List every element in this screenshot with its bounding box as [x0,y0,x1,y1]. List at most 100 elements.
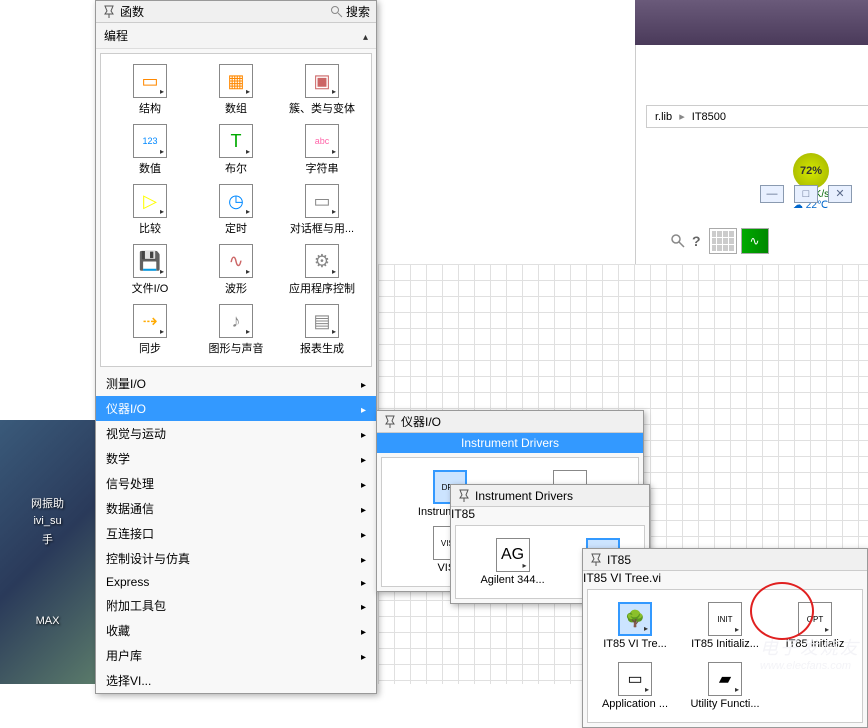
menu-item-附加工具包[interactable]: 附加工具包 [96,593,376,618]
submenu-icon-Application ...[interactable]: ▭ Application ... [592,658,678,714]
menu-item-数学[interactable]: 数学 [96,446,376,471]
palette-icon-label: 数组 [225,100,247,116]
submenu-icon-Utility Functi...[interactable]: ▰ Utility Functi... [682,658,768,714]
palette-icon-结构[interactable]: ▭结构 [107,60,193,120]
palette-icon-定时[interactable]: ◷定时 [193,180,279,240]
vi-label: Application ... [602,698,668,710]
search-label[interactable]: 搜索 [346,3,370,20]
collapse-icon [363,29,368,43]
palette-icon-数值[interactable]: 123数值 [107,120,193,180]
palette-icon-label: 文件I/O [132,280,169,296]
palette-icon-glyph: ▭ [133,64,167,98]
palette-icon-label: 对话框与用... [290,220,354,236]
palette-icon-glyph: ⇢ [133,304,167,338]
submenu-arrow-icon [361,402,366,416]
menu-item-信号处理[interactable]: 信号处理 [96,471,376,496]
vi-label: IT85 Initializ [786,638,845,650]
pin-icon[interactable] [457,489,471,503]
palette-icon-图形与声音[interactable]: ♪ 图形与声音 [193,300,279,360]
search-icon[interactable] [330,5,344,19]
search-icon[interactable] [670,233,686,249]
submenu-selected-label: Instrument Drivers [377,433,643,453]
category-programming[interactable]: 编程 [96,23,376,49]
palette-icon-报表生成[interactable]: ▤报表生成 [279,300,365,360]
palette-icon-对话框与用...[interactable]: ▭对话框与用... [279,180,365,240]
palette-icon-label: 图形与声音 [209,340,264,356]
submenu-selected-label: IT85 [451,507,649,521]
submenu-arrow-icon [361,427,366,441]
window-titlebar-fragment [635,0,868,45]
submenu-icon-IT85 Initializ[interactable]: OPT IT85 Initializ [772,598,858,654]
vi-icon: ▰ [708,662,742,696]
menu-item-用户库[interactable]: 用户库 [96,643,376,668]
submenu-arrow-icon [361,452,366,466]
submenu-icon-IT85 Initializ...[interactable]: INITIT85 Initializ... [682,598,768,654]
programming-icons-grid: ▭结构▦数组▣簇、类与变体123数值T布尔abc字符串▷比较◷定时▭对话框与用.… [100,53,372,367]
submenu-icon-IT85 VI Tre...[interactable]: 🌳IT85 VI Tre... [592,598,678,654]
menu-item-选择VI...[interactable]: 选择VI... [96,668,376,693]
close-button[interactable]: ✕ [828,185,852,203]
functions-palette: 函数 搜索 编程 ▭结构 ▦ 数组 ▣簇、类与变体 123数值T布尔 abc 字符串 ▷比较◷… [95,0,377,694]
palette-icon-簇、类与变体[interactable]: ▣簇、类与变体 [279,60,365,120]
battery-percent: 72% [793,153,829,189]
vi-label: IT85 Initializ... [691,638,759,650]
palette-menu: 测量I/O仪器I/O视觉与运动数学信号处理数据通信互连接口控制设计与仿真Expr… [96,371,376,693]
pin-icon[interactable] [383,415,397,429]
palette-waveform-button[interactable]: ∿ [741,228,769,254]
vi-label: Utility Functi... [690,698,759,710]
menu-item-控制设计与仿真[interactable]: 控制设计与仿真 [96,546,376,571]
vi-icon: OPT [798,602,832,636]
palette-icon-文件I/O[interactable]: 💾 文件I/O [107,240,193,300]
menu-item-测量I/O[interactable]: 测量I/O [96,371,376,396]
desktop-shortcut[interactable]: 网振助 [5,495,90,511]
block-diagram-toolbar: ? ∿ [670,225,868,257]
menu-item-Express[interactable]: Express [96,571,376,593]
menu-item-收藏[interactable]: 收藏 [96,618,376,643]
palette-icon-label: 字符串 [306,160,339,176]
palette-header: 函数 搜索 [96,1,376,23]
desktop-shortcut[interactable]: 手 [5,531,90,547]
palette-grid-button[interactable] [709,228,737,254]
palette-title: 函数 [120,3,330,20]
palette-icon-glyph: abc [305,124,339,158]
palette-icon-label: 波形 [225,280,247,296]
palette-icon-glyph: ♪ [219,304,253,338]
submenu-title: Instrument Drivers [475,489,573,503]
submenu-arrow-icon [361,527,366,541]
menu-item-仪器I/O[interactable]: 仪器I/O [96,396,376,421]
submenu-arrow-icon [361,575,366,589]
palette-icon-glyph: ▷ [133,184,167,218]
menu-item-互连接口[interactable]: 互连接口 [96,521,376,546]
palette-icon-数组[interactable]: ▦ 数组 [193,60,279,120]
palette-icon-同步[interactable]: ⇢ 同步 [107,300,193,360]
minimize-button[interactable]: — [760,185,784,203]
submenu-icon-Agilent 344...[interactable]: AGAgilent 344... [478,534,546,590]
maximize-button[interactable]: □ [794,185,818,203]
palette-icon-glyph: ▦ [219,64,253,98]
palette-icon-布尔[interactable]: T布尔 [193,120,279,180]
palette-icon-波形[interactable]: ∿波形 [193,240,279,300]
palette-icon-label: 数值 [139,160,161,176]
submenu-header: IT85 [583,549,867,571]
submenu-arrow-icon [361,552,366,566]
palette-icon-label: 定时 [225,220,247,236]
submenu-arrow-icon [361,477,366,491]
palette-icon-比较[interactable]: ▷比较 [107,180,193,240]
vi-label: Agilent 344... [480,574,544,586]
palette-icon-应用程序控制[interactable]: ⚙应用程序控制 [279,240,365,300]
palette-icon-label: 同步 [139,340,161,356]
palette-icon-label: 应用程序控制 [289,280,355,296]
menu-item-视觉与运动[interactable]: 视觉与运动 [96,421,376,446]
pin-icon[interactable] [589,553,603,567]
vi-icon: ▭ [618,662,652,696]
palette-icon-字符串[interactable]: abc 字符串 [279,120,365,180]
desktop-shortcut[interactable]: MAX [5,615,90,627]
palette-icon-glyph: 💾 [133,244,167,278]
pin-icon[interactable] [102,5,116,19]
help-icon[interactable]: ? [692,233,701,249]
submenu-selected-label: IT85 VI Tree.vi [583,571,867,585]
desktop-shortcut[interactable]: ivi_su [5,515,90,527]
palette-icon-glyph: ▤ [305,304,339,338]
menu-item-数据通信[interactable]: 数据通信 [96,496,376,521]
address-bar[interactable]: r.lib ▸ IT8500 [646,105,868,128]
